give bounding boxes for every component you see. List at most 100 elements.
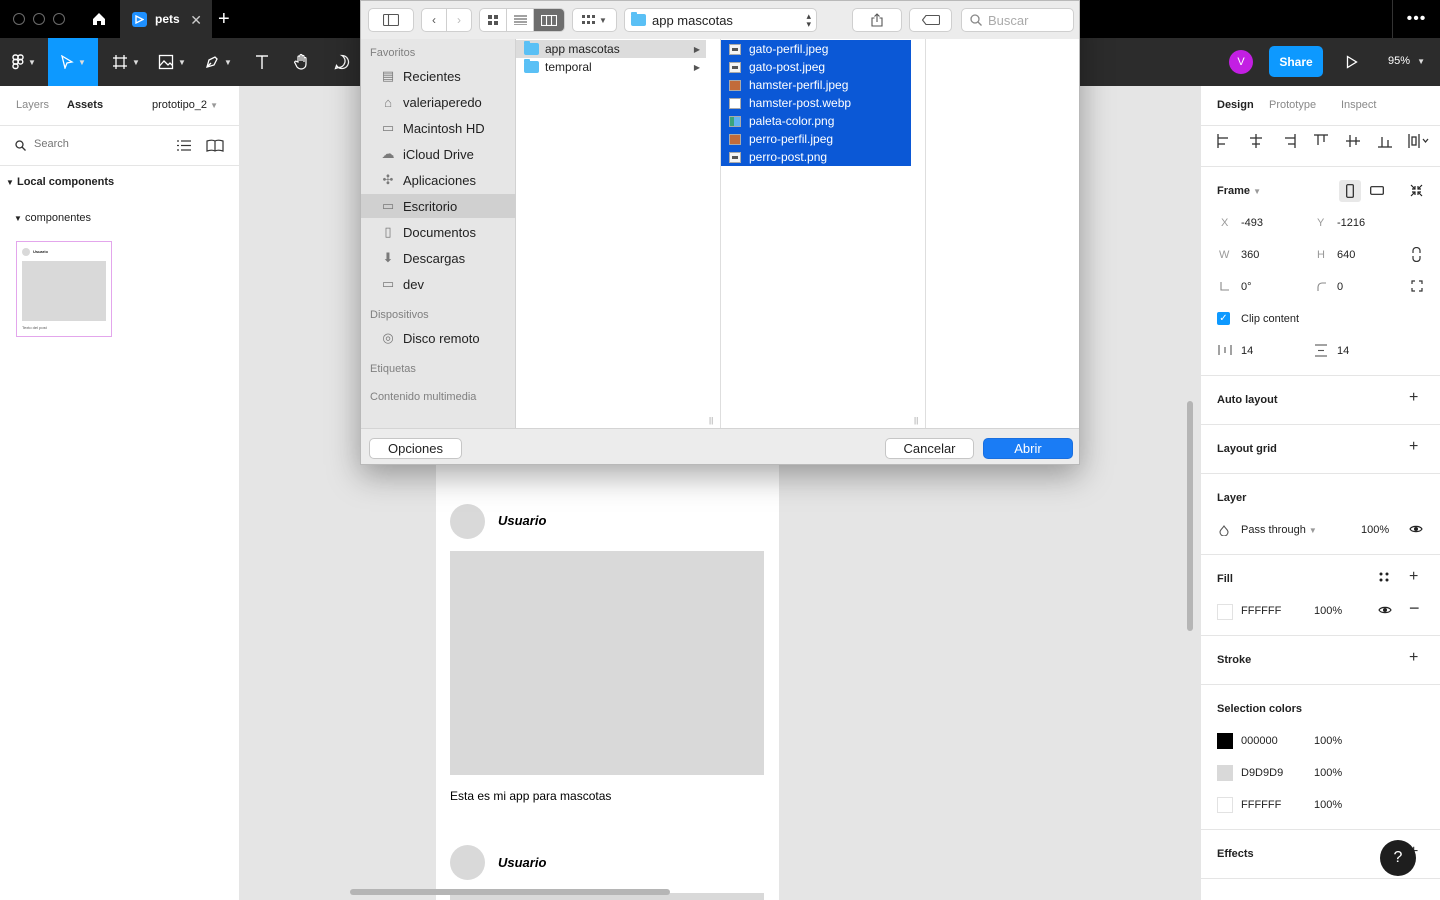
text-tool[interactable] xyxy=(244,38,280,86)
components-group[interactable]: ▼ componentes xyxy=(14,212,91,224)
vertical-gap-input[interactable]: 14 xyxy=(1337,345,1349,357)
horizontal-scrollbar[interactable] xyxy=(350,889,670,895)
group-by-button[interactable]: ▼ xyxy=(572,8,617,32)
eye-icon[interactable] xyxy=(1409,524,1423,534)
post-username[interactable]: Usuario xyxy=(498,513,546,528)
library-icon[interactable] xyxy=(206,139,224,152)
y-input[interactable]: -1216 xyxy=(1337,217,1365,229)
align-left-icon[interactable] xyxy=(1216,133,1232,149)
column-resize-handle[interactable]: || xyxy=(709,416,713,425)
local-components-header[interactable]: ▼ Local components xyxy=(6,176,114,188)
frame-section-label[interactable]: Frame ▼ xyxy=(1217,185,1261,197)
home-button[interactable] xyxy=(80,0,118,38)
align-center-v-icon[interactable] xyxy=(1345,133,1361,149)
selection-color-opacity[interactable]: 100% xyxy=(1314,735,1342,747)
close-tab-icon[interactable]: ✕ xyxy=(190,12,202,29)
share-button[interactable]: Share xyxy=(1269,46,1323,77)
constrain-proportions-icon[interactable] xyxy=(1412,247,1421,262)
window-close-dot[interactable] xyxy=(13,13,25,25)
portrait-toggle[interactable] xyxy=(1339,180,1361,202)
clip-content-checkbox[interactable]: ✓ xyxy=(1217,312,1230,325)
post-username[interactable]: Usuario xyxy=(498,855,546,870)
style-grid-icon[interactable] xyxy=(1379,572,1389,582)
move-tool[interactable]: ▼ xyxy=(48,38,98,86)
vertical-scrollbar[interactable] xyxy=(1187,401,1193,631)
help-button[interactable]: ? xyxy=(1380,840,1416,876)
selection-color-hex[interactable]: D9D9D9 xyxy=(1241,767,1283,779)
fill-opacity-input[interactable]: 100% xyxy=(1314,605,1342,617)
selection-color-hex[interactable]: 000000 xyxy=(1241,735,1278,747)
list-item[interactable]: temporal ▶ xyxy=(516,58,706,76)
media-header[interactable]: Contenido multimedia xyxy=(370,391,476,403)
component-thumbnail[interactable]: Usuario Texto del post xyxy=(16,241,112,337)
list-item[interactable]: hamster-post.webp xyxy=(721,94,911,112)
corner-radius-input[interactable]: 0 xyxy=(1337,281,1343,293)
sidebar-item-descargas[interactable]: ⬇ Descargas xyxy=(361,246,516,270)
tab-prototype[interactable]: Prototype xyxy=(1269,99,1316,111)
horizontal-gap-input[interactable]: 14 xyxy=(1241,345,1253,357)
list-item[interactable]: app mascotas ▶ xyxy=(516,40,706,58)
pen-tool[interactable]: ▼ xyxy=(196,38,240,86)
add-layout-grid-icon[interactable]: + xyxy=(1409,438,1418,456)
column-resize-handle[interactable]: || xyxy=(914,416,918,425)
add-stroke-icon[interactable]: + xyxy=(1409,649,1418,667)
list-item[interactable]: perro-perfil.jpeg xyxy=(721,130,911,148)
share-dialog-button[interactable] xyxy=(852,8,902,32)
comment-tool[interactable] xyxy=(324,38,360,86)
selection-color-hex[interactable]: FFFFFF xyxy=(1241,799,1281,811)
add-auto-layout-icon[interactable]: + xyxy=(1409,389,1418,407)
fill-hex-input[interactable]: FFFFFF xyxy=(1241,605,1281,617)
fill-swatch[interactable] xyxy=(1217,604,1233,620)
tags-header[interactable]: Etiquetas xyxy=(370,363,416,375)
height-input[interactable]: 640 xyxy=(1337,249,1355,261)
list-item[interactable]: gato-post.jpeg xyxy=(721,58,911,76)
window-zoom-dot[interactable] xyxy=(53,13,65,25)
shape-tool[interactable]: ▼ xyxy=(150,38,194,86)
post-avatar[interactable] xyxy=(450,845,485,880)
distribute-icon[interactable] xyxy=(1407,133,1429,149)
sidebar-item-macintosh-hd[interactable]: ▭ Macintosh HD xyxy=(361,116,516,140)
list-item[interactable]: perro-post.png xyxy=(721,148,911,166)
selection-color-opacity[interactable]: 100% xyxy=(1314,799,1342,811)
window-minimize-dot[interactable] xyxy=(33,13,45,25)
layer-opacity-input[interactable]: 100% xyxy=(1361,524,1389,536)
list-view-icon[interactable] xyxy=(177,139,191,152)
page-selector[interactable]: prototipo_2 ▼ xyxy=(152,99,218,111)
rotation-input[interactable]: 0° xyxy=(1241,281,1252,293)
present-button[interactable] xyxy=(1340,50,1364,74)
hand-tool[interactable] xyxy=(284,38,320,86)
sidebar-toggle-button[interactable] xyxy=(368,8,414,32)
width-input[interactable]: 360 xyxy=(1241,249,1259,261)
options-button[interactable]: Opciones xyxy=(369,438,462,459)
sidebar-item-dev[interactable]: ▭ dev xyxy=(361,272,516,296)
eye-icon[interactable] xyxy=(1378,605,1392,615)
list-item[interactable]: paleta-color.png xyxy=(721,112,911,130)
icon-view-button[interactable] xyxy=(479,8,507,32)
sidebar-item-documentos[interactable]: ▯ Documentos xyxy=(361,220,516,244)
path-popup[interactable]: app mascotas ▴ ▾ xyxy=(624,8,817,32)
file-tab[interactable]: pets ✕ xyxy=(120,0,212,38)
sidebar-item-aplicaciones[interactable]: ✣ Aplicaciones xyxy=(361,168,516,192)
zoom-level[interactable]: 95% ▼ xyxy=(1388,55,1425,67)
back-button[interactable]: ‹ xyxy=(421,8,447,32)
post-avatar[interactable] xyxy=(450,504,485,539)
sidebar-item-disco-remoto[interactable]: ◎ Disco remoto xyxy=(361,326,516,350)
x-input[interactable]: -493 xyxy=(1241,217,1263,229)
search-input[interactable] xyxy=(34,138,154,150)
tags-button[interactable] xyxy=(909,8,952,32)
sidebar-item-escritorio[interactable]: ▭ Escritorio xyxy=(361,194,516,218)
forward-button[interactable]: › xyxy=(446,8,472,32)
add-fill-icon[interactable]: + xyxy=(1409,568,1418,586)
post-caption[interactable]: Esta es mi app para mascotas xyxy=(450,789,611,803)
list-view-button[interactable] xyxy=(506,8,534,32)
sidebar-item-icloud[interactable]: ☁ iCloud Drive xyxy=(361,142,516,166)
dialog-search-field[interactable]: Buscar xyxy=(961,8,1074,32)
independent-corners-icon[interactable] xyxy=(1411,280,1423,292)
column-view-button[interactable] xyxy=(533,8,565,32)
selection-color-opacity[interactable]: 100% xyxy=(1314,767,1342,779)
list-item[interactable]: hamster-perfil.jpeg xyxy=(721,76,911,94)
tab-assets[interactable]: Assets xyxy=(67,99,103,111)
open-button[interactable]: Abrir xyxy=(983,438,1073,459)
post-image[interactable] xyxy=(450,551,764,775)
tab-design[interactable]: Design xyxy=(1217,99,1254,111)
